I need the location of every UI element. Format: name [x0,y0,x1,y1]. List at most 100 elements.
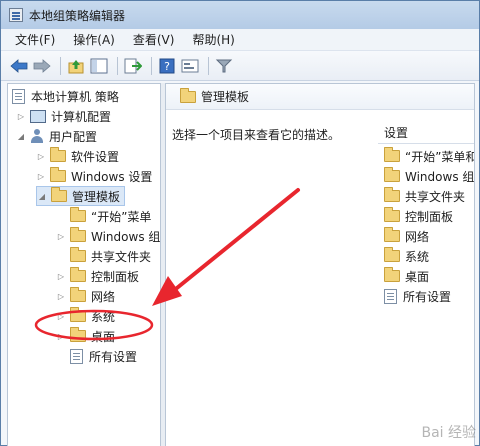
folder-icon [70,207,86,222]
tree-item-label: “开始”菜单 [91,209,152,224]
expand-arrow-icon[interactable]: ▷ [56,331,66,341]
properties-icon[interactable] [180,56,200,76]
filter-icon[interactable] [214,56,234,76]
list-item-label: 网络 [405,229,430,244]
tree-item-windows-components[interactable]: ▷ Windows 组 [56,226,160,246]
title-bar: 本地组策略编辑器 [1,1,479,29]
folder-icon [384,167,400,182]
list-item[interactable]: Windows 组件 [378,166,474,186]
details-header-title: 管理模板 [201,90,250,104]
folder-icon [70,287,86,302]
tree-item-root[interactable]: 本地计算机 策略 [12,86,119,106]
tree-item-software-settings[interactable]: ▷ 软件设置 [36,146,119,166]
folder-icon [384,187,400,202]
up-folder-icon[interactable] [66,56,86,76]
tree-item-admin-templates[interactable]: ◢ 管理模板 [36,186,126,206]
tree-item-label: 系统 [91,309,116,324]
toolbar-separator [117,56,118,75]
show-hide-tree-icon[interactable] [89,56,109,76]
folder-icon [384,267,400,282]
expand-arrow-icon[interactable]: ▷ [56,311,66,321]
menu-help[interactable]: 帮助(H) [190,29,236,50]
menu-file[interactable]: 文件(F) [13,29,57,50]
export-list-icon[interactable] [123,56,143,76]
expand-arrow-icon[interactable]: ▷ [36,151,46,161]
list-item-label: 共享文件夹 [405,189,466,204]
folder-icon [70,267,86,282]
all-settings-icon [70,348,83,364]
list-item-label: 系统 [405,249,430,264]
tree-item-label: 所有设置 [89,349,138,364]
tree-item-windows-settings[interactable]: ▷ Windows 设置 [36,166,152,186]
tree-item-system[interactable]: ▷ 系统 [56,306,115,326]
folder-icon [50,167,66,182]
watermark: Bai 经验 [421,425,476,441]
group-policy-editor-window: 本地组策略编辑器 文件(F) 操作(A) 查看(V) 帮助(H) ? 本地计算机… [0,0,480,446]
collapse-arrow-icon[interactable]: ◢ [37,191,47,201]
content-panes: 本地计算机 策略 ▷ 计算机配置 ◢ 用户配置 ▷ 软件设置 ▷ Windows… [7,83,475,446]
list-item-label: 桌面 [405,269,430,284]
tree-item-label: 计算机配置 [51,109,112,124]
menu-view[interactable]: 查看(V) [131,29,177,50]
list-item[interactable]: 控制面板 [378,206,453,226]
list-item[interactable]: 共享文件夹 [378,186,465,206]
tree-item-label: Windows 设置 [71,169,153,184]
list-item-label: “开始”菜单和任 [405,149,474,164]
list-item[interactable]: 系统 [378,246,429,266]
window-title: 本地组策略编辑器 [29,8,126,23]
folder-icon [384,227,400,242]
expand-arrow-icon[interactable]: ▷ [36,171,46,181]
tree-item-network[interactable]: ▷ 网络 [56,286,115,306]
folder-icon [180,87,196,103]
column-header-settings[interactable]: 设置 [378,122,474,144]
list-item[interactable]: 所有设置 [378,286,451,306]
tree-item-label: 网络 [91,289,116,304]
svg-text:?: ? [164,60,170,73]
list-item[interactable]: 网络 [378,226,429,246]
list-item-label: 所有设置 [403,289,452,304]
column-header-label: 设置 [384,126,409,140]
back-arrow-icon[interactable] [9,56,29,76]
tree-item-label: 控制面板 [91,269,140,284]
tree-item-label: 桌面 [91,329,116,344]
tree-item-all-settings[interactable]: 所有设置 [56,346,137,366]
tree-item-user-config[interactable]: ◢ 用户配置 [16,126,97,146]
tree-item-start-menu[interactable]: “开始”菜单 [56,206,151,226]
tree-item-computer-config[interactable]: ▷ 计算机配置 [16,106,111,126]
tree-pane[interactable]: 本地计算机 策略 ▷ 计算机配置 ◢ 用户配置 ▷ 软件设置 ▷ Windows… [7,83,161,446]
help-icon[interactable]: ? [157,56,177,76]
expand-arrow-icon[interactable]: ▷ [16,111,26,121]
toolbar-separator [208,56,209,75]
toolbar-separator [60,56,61,75]
folder-icon [51,187,67,202]
policy-document-icon [12,88,25,104]
folder-icon [70,247,86,262]
collapse-arrow-icon[interactable]: ◢ [16,131,26,141]
tree-item-label: 管理模板 [72,189,121,204]
tree-item-control-panel[interactable]: ▷ 控制面板 [56,266,139,286]
menu-action[interactable]: 操作(A) [71,29,117,50]
expand-arrow-icon[interactable]: ▷ [56,231,66,241]
expand-arrow-icon[interactable]: ▷ [56,291,66,301]
menu-bar: 文件(F) 操作(A) 查看(V) 帮助(H) [1,29,479,51]
folder-icon [70,307,86,322]
folder-icon [384,207,400,222]
folder-icon [70,227,86,242]
tree-item-label: Windows 组 [91,229,161,244]
user-icon [30,129,44,143]
list-item[interactable]: “开始”菜单和任 [378,146,474,166]
tree-item-shared-folders[interactable]: 共享文件夹 [56,246,151,266]
folder-icon [384,247,400,262]
tree-item-desktop[interactable]: ▷ 桌面 [56,326,115,346]
folder-icon [384,147,400,162]
forward-arrow-icon[interactable] [32,56,52,76]
all-settings-icon [384,288,397,304]
list-item-label: 控制面板 [405,209,454,224]
folder-icon [50,147,66,162]
expand-arrow-icon[interactable]: ▷ [56,271,66,281]
list-item[interactable]: 桌面 [378,266,429,286]
tree-item-label: 软件设置 [71,149,120,164]
